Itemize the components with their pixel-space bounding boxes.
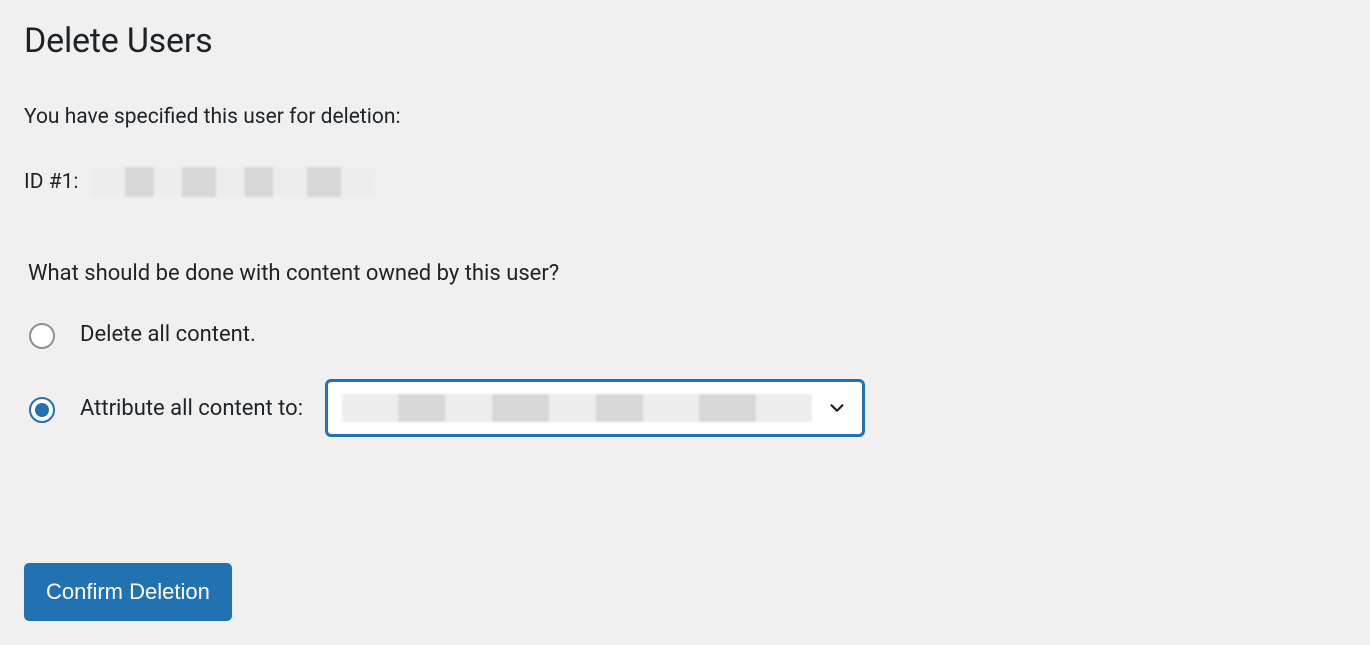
radio-attribute-to[interactable] [29, 397, 55, 423]
chevron-down-icon [826, 397, 848, 419]
content-question: What should be done with content owned b… [28, 261, 559, 286]
radio-attribute-to-label[interactable]: Attribute all content to: [80, 396, 303, 421]
delete-users-page: Delete Users You have specified this use… [0, 0, 1370, 645]
page-title: Delete Users [24, 22, 1346, 61]
actions-row: Confirm Deletion [24, 563, 1346, 621]
attribute-user-select[interactable] [325, 379, 865, 437]
option-attribute-row: Attribute all content to: [24, 379, 1346, 437]
radio-delete-all[interactable] [29, 323, 55, 349]
confirm-deletion-button[interactable]: Confirm Deletion [24, 563, 232, 621]
user-name-redacted [91, 167, 375, 197]
user-line: ID #1: [24, 167, 1346, 197]
user-id-label: ID #1: [24, 170, 79, 194]
attribute-user-value-redacted [342, 394, 812, 422]
option-delete-row: Delete all content. [24, 320, 1346, 349]
intro-text: You have specified this user for deletio… [24, 105, 1346, 129]
radio-delete-all-label[interactable]: Delete all content. [80, 322, 256, 347]
content-ownership-fieldset: What should be done with content owned b… [24, 261, 1346, 467]
